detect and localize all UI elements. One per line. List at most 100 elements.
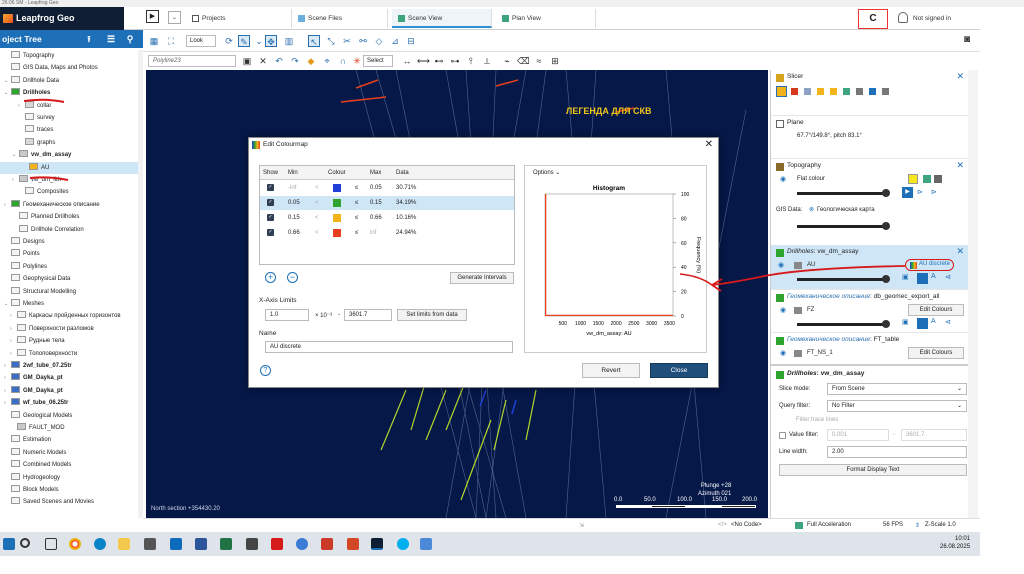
tree-item[interactable]: › Геомеханическое описание (0, 199, 138, 211)
measure-icon[interactable]: ⊿ (389, 35, 401, 47)
legend-icon[interactable]: ▣ (902, 318, 913, 329)
chrome-icon[interactable] (69, 538, 81, 550)
expand-chevron-icon[interactable]: › (12, 174, 19, 186)
magnet-icon[interactable]: ∩ (337, 55, 349, 67)
slider-knob[interactable] (882, 189, 890, 197)
gis-opacity-slider[interactable] (797, 222, 890, 230)
gis-data-value[interactable]: Геологическая карта (817, 207, 875, 213)
leapfrog-taskbar-icon[interactable] (371, 538, 383, 550)
select-mode[interactable]: Select (363, 55, 393, 67)
tree-item[interactable]: › vw_dm_lith (0, 174, 138, 186)
tree-item[interactable]: › 2wf_tube_07.25tr (0, 360, 138, 372)
tree-item[interactable]: Planned Drillholes (0, 211, 138, 223)
colour-swatch[interactable] (333, 184, 341, 192)
list-icon[interactable]: ☰ (104, 32, 118, 46)
draw-icon[interactable]: ✎ (238, 35, 250, 47)
text-icon[interactable]: A (931, 273, 942, 284)
colour-swatch[interactable] (333, 214, 341, 222)
colour-swatch[interactable] (333, 199, 341, 207)
options-menu[interactable]: Options ⌄ (533, 169, 560, 176)
colourmap-row[interactable]: ✓ 0.05 < ≤0.15 34.19% (260, 196, 514, 210)
colour-swatch[interactable] (908, 174, 918, 184)
slider-knob[interactable] (882, 275, 890, 283)
expand-chevron-icon[interactable]: ⌄ (4, 87, 11, 99)
slicer-mode-icon[interactable] (830, 88, 837, 95)
segment-icon[interactable]: ⟷ (417, 55, 430, 67)
windows-start-icon[interactable] (3, 538, 15, 550)
tree-item[interactable]: ⌄ Meshes (0, 298, 138, 310)
transform-icon[interactable]: ⤡ (325, 35, 337, 47)
panel-scrollbar[interactable] (968, 70, 978, 518)
tree-item[interactable]: Polylines (0, 261, 138, 273)
tree-item[interactable]: survey (0, 112, 138, 124)
tree-scrollbar[interactable] (138, 50, 143, 518)
format-display-text-button[interactable]: Format Display Text (779, 464, 967, 476)
generate-intervals-button[interactable]: Generate Intervals (450, 272, 514, 284)
powerpoint-icon[interactable] (347, 538, 359, 550)
upload-icon[interactable]: ⭱ (82, 32, 96, 46)
camera-icon[interactable]: ◙ (961, 34, 973, 46)
eye-icon[interactable]: ◉ (780, 175, 786, 183)
query-filter-select[interactable]: No Filter ⌄ (827, 400, 967, 412)
dropdown-icon[interactable]: ⌄ (253, 35, 265, 47)
fz-label[interactable]: FZ (807, 307, 814, 313)
cube-icon[interactable]: ◆ (305, 55, 317, 67)
tree-item[interactable]: Block Models (0, 484, 138, 496)
show-checkbox[interactable]: ✓ (267, 229, 274, 236)
tab-scene-files[interactable]: Scene Files (292, 9, 388, 28)
search-icon[interactable]: ⚲ (123, 32, 137, 46)
acrobat-icon[interactable] (271, 538, 283, 550)
tree-item[interactable]: traces (0, 124, 138, 136)
tree-item[interactable]: graphs (0, 137, 138, 149)
smooth-icon[interactable]: ≈ (533, 55, 545, 67)
chevron-down-icon[interactable]: ⌄ (168, 11, 181, 24)
tree-item[interactable]: Drillhole Correlation (0, 224, 138, 236)
play-icon[interactable]: ▶ (902, 187, 913, 198)
edit-colours-button[interactable]: Edit Colours (908, 347, 964, 359)
close-icon[interactable]: ✕ (257, 55, 269, 67)
file-explorer-icon[interactable] (118, 538, 130, 550)
x-min-input[interactable]: 1.0 (265, 309, 309, 321)
tree-item[interactable]: Geological Models (0, 410, 138, 422)
colourmap-selector[interactable]: AU discrete (905, 259, 954, 271)
globe-icon[interactable] (296, 538, 308, 550)
snap-icon[interactable]: ⌖ (321, 55, 333, 67)
line-tool-icon[interactable]: ↔ (401, 55, 413, 67)
look-select[interactable]: Look (186, 35, 216, 47)
move-icon[interactable]: ✥ (265, 35, 277, 47)
pointer-icon[interactable]: ↖ (308, 35, 320, 47)
tab-scene-view[interactable]: Scene View (392, 9, 492, 28)
tree-item[interactable]: Structural Modelling (0, 286, 138, 298)
panel-icon[interactable]: ▥ (283, 35, 295, 47)
skype-icon[interactable] (397, 538, 409, 550)
eraser-icon[interactable]: ⌫ (517, 55, 530, 67)
close-icon[interactable]: ✕ (956, 160, 964, 171)
ftns-label[interactable]: FT_NS_1 (807, 350, 833, 356)
texture-icon[interactable] (923, 175, 931, 183)
expand-chevron-icon[interactable]: › (10, 335, 17, 347)
add-interval-icon[interactable]: + (265, 272, 276, 283)
au-label[interactable]: AU (807, 262, 815, 268)
app-icon[interactable] (420, 538, 432, 550)
colourmap-row[interactable]: ✓ 0.66 < ≤ inf 24.94% (260, 226, 514, 240)
seequent-button[interactable]: C (858, 9, 888, 29)
align-icon[interactable]: ⊞ (549, 55, 561, 67)
slicer-mode-icon[interactable] (856, 88, 863, 95)
opacity-slider[interactable] (797, 189, 890, 197)
expand-chevron-icon[interactable]: › (4, 360, 11, 372)
insert-node-icon[interactable]: ⊶ (449, 55, 461, 67)
split-icon[interactable]: ⫯ (465, 55, 477, 67)
tree-item[interactable]: › Поверхности разломов (0, 323, 138, 335)
expand-chevron-icon[interactable]: › (10, 348, 17, 360)
tab-projects[interactable]: Projects (186, 9, 292, 28)
show-checkbox[interactable]: ✓ (267, 199, 274, 206)
undo-icon[interactable]: ↶ (273, 55, 285, 67)
search-icon[interactable] (20, 538, 30, 548)
tree-item[interactable]: ⌄ vw_dm_assay (0, 149, 138, 161)
tree-item[interactable]: Hydrogeology (0, 472, 138, 484)
settings-icon[interactable] (934, 175, 942, 183)
app-icon[interactable] (144, 538, 156, 550)
tree-item[interactable]: Points (0, 248, 138, 260)
tree-item[interactable]: Estimation (0, 434, 138, 446)
point-icon[interactable]: ✳ (351, 55, 363, 67)
